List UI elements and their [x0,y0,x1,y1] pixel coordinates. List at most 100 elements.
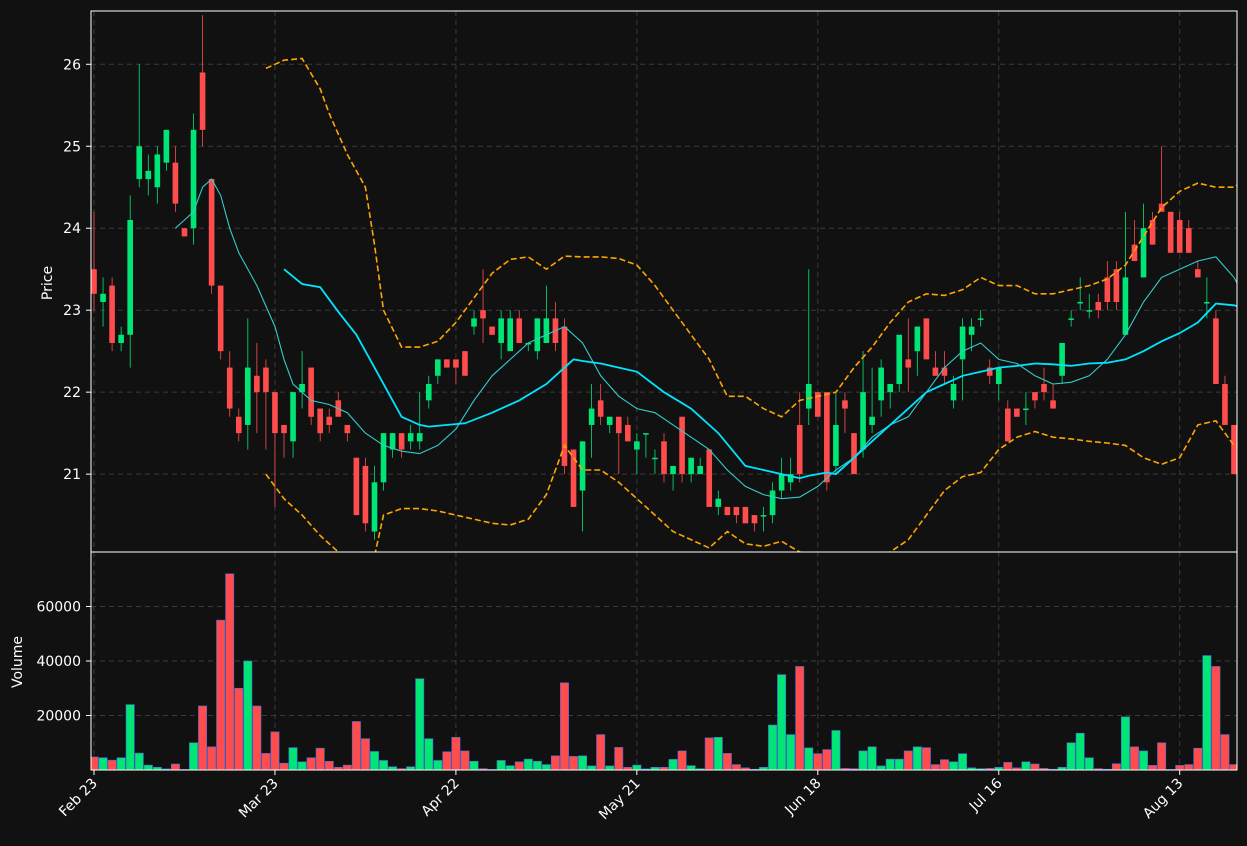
volume-tick-label: 40000 [36,654,81,670]
volume-bar [876,765,886,770]
volume-bar [225,573,235,770]
volume-bar [1120,716,1130,770]
candle-body [154,154,161,188]
candle-body [1005,408,1011,442]
candle-body [796,424,803,475]
volume-bar [777,674,787,770]
volume-bar [867,746,877,770]
candle-body [643,433,649,435]
candle-body [597,400,604,417]
candle-body [498,318,504,343]
candle-body [489,326,495,335]
candle-body [1104,277,1111,302]
volume-bar [541,764,551,770]
candle-body [91,269,97,294]
volume-bar [822,749,832,770]
volume-bar [885,758,895,770]
volume-bar [379,760,388,770]
candle-body [869,416,875,425]
volume-bar [1084,757,1094,770]
candle-body [507,318,513,352]
candle-body [425,383,432,401]
candle-body [1095,301,1102,311]
candle-body [706,449,713,507]
volume-bar [98,757,108,770]
candle-body [444,359,450,368]
candle-body [670,465,676,475]
candle-body [1176,220,1183,253]
candle-body [326,416,333,425]
volume-bar [1075,732,1085,770]
volume-bar [795,666,805,770]
candle-body [760,515,767,517]
volume-bar [460,750,470,770]
volume-axis-label: Volume [10,636,26,688]
candle-body [688,457,694,475]
volume-bar [1111,763,1121,770]
volume-bar [207,746,217,770]
volume-bar [442,751,452,770]
candle-body [923,318,930,360]
candle-body [1213,318,1219,384]
volume-bar [107,759,117,770]
volume-bar [1220,734,1230,770]
volume-bar [614,747,624,770]
candle-body [516,318,523,343]
candle-body [453,359,459,368]
candle-body [1222,383,1228,425]
volume-bar [569,756,578,770]
volume-bar [216,619,226,770]
volume-bar [1184,764,1194,770]
candle-body [652,457,658,460]
volume-bar [605,765,615,770]
volume-bar [297,761,307,770]
candle-body [254,375,260,393]
price-tick-label: 22 [63,385,81,401]
volume-bar [532,760,542,770]
volume-bar [523,758,533,770]
candle-body [1050,400,1056,409]
candle-body [217,285,224,352]
candle-body [950,383,957,401]
candle-body [733,506,740,516]
candle-body [290,392,296,442]
candle-body [941,367,948,376]
volume-bar [261,753,271,770]
volume-bar [306,757,316,770]
candle-body [615,416,622,434]
candle-body [181,228,188,237]
volume-bar [324,760,334,770]
candle-body [353,457,360,516]
volume-bar [632,764,642,770]
volume-bar [668,759,678,770]
volume-bar [234,687,244,770]
price-tick-label: 23 [63,303,81,319]
candle-body [742,506,749,524]
candle-body [959,326,966,360]
candle-body [1041,383,1047,393]
candle-body [389,433,396,450]
volume-bar [560,682,569,770]
candle-body [226,367,233,409]
volume-bar [1148,765,1158,770]
volume-bar [288,747,298,770]
candle-body [1122,277,1129,335]
candle-body [606,416,613,425]
volume-bar [252,705,262,770]
candle-body [1185,228,1192,253]
candle-body [1167,211,1174,253]
candle-body [163,129,170,163]
candle-body [851,433,857,475]
volume-bar [370,751,379,770]
candle-body [968,326,975,335]
volume-bar [243,660,253,770]
candle-body [100,293,106,302]
candle-body [679,416,685,475]
candle-body [1086,310,1093,312]
candle-body [208,179,215,286]
candle-body [172,162,179,204]
volume-bar [858,750,868,770]
candle-body [145,170,152,180]
candle-body [697,465,703,475]
volume-bar [360,738,370,770]
